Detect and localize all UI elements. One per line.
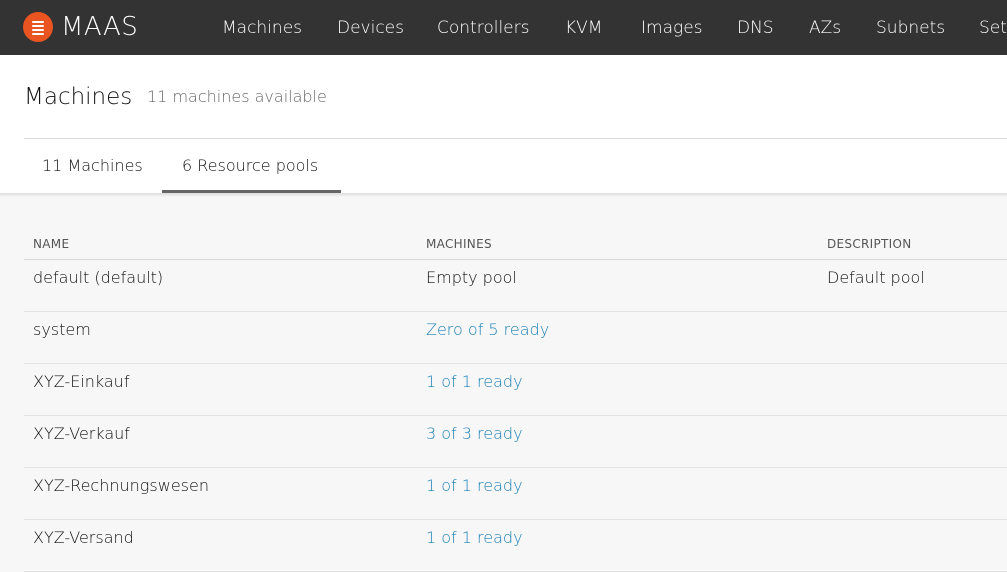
table-row[interactable]: XYZ-Einkauf 1 of 1 ready — [24, 364, 1007, 416]
pool-machines: Empty pool — [426, 268, 517, 287]
table-row[interactable]: XYZ-Versand 1 of 1 ready — [24, 520, 1007, 572]
pool-name: XYZ-Versand — [33, 528, 134, 547]
nav-settings[interactable]: Set — [979, 17, 1007, 39]
tab-resource-pools[interactable]: 6 Resource pools — [182, 155, 318, 177]
table-row[interactable]: XYZ-Rechnungswesen 1 of 1 ready — [24, 468, 1007, 520]
nav-devices[interactable]: Devices — [337, 17, 404, 39]
column-header-name[interactable]: NAME — [33, 236, 69, 252]
table-row[interactable]: XYZ-Verkauf 3 of 3 ready — [24, 416, 1007, 468]
pool-machines-link[interactable]: Zero of 5 ready — [426, 319, 549, 341]
nav-subnets[interactable]: Subnets — [876, 17, 945, 39]
nav-azs[interactable]: AZs — [809, 17, 841, 39]
header-shadow — [0, 193, 1007, 197]
maas-logo[interactable]: MAAS — [23, 12, 138, 42]
header-divider — [24, 138, 1007, 139]
nav-kvm[interactable]: KVM — [565, 17, 602, 39]
machines-available-count: 11 machines available — [147, 87, 327, 106]
pool-machines-link[interactable]: 1 of 1 ready — [426, 527, 523, 549]
pool-name: XYZ-Rechnungswesen — [33, 476, 209, 495]
nav-controllers[interactable]: Controllers — [437, 17, 529, 39]
page-header: Machines 11 machines available 11 Machin… — [0, 55, 1007, 193]
pool-name: XYZ-Einkauf — [33, 372, 130, 391]
nav-dns[interactable]: DNS — [737, 17, 774, 39]
table-row[interactable]: system Zero of 5 ready — [24, 312, 1007, 364]
maas-logo-icon — [23, 12, 53, 42]
nav-images[interactable]: Images — [641, 17, 703, 39]
pool-name: default (default) — [33, 268, 164, 287]
pool-name: XYZ-Verkauf — [33, 424, 130, 443]
page-title: Machines — [24, 84, 133, 110]
tab-machines[interactable]: 11 Machines — [42, 155, 143, 177]
pool-machines-link[interactable]: 3 of 3 ready — [426, 423, 523, 445]
pool-name: system — [33, 320, 91, 339]
pool-description: Default pool — [827, 268, 925, 287]
column-header-machines[interactable]: MACHINES — [426, 236, 492, 252]
table-header: NAME MACHINES DESCRIPTION — [24, 228, 1007, 260]
pool-machines-link[interactable]: 1 of 1 ready — [426, 371, 523, 393]
column-header-description[interactable]: DESCRIPTION — [827, 236, 912, 252]
pool-machines-link[interactable]: 1 of 1 ready — [426, 475, 523, 497]
nav-machines[interactable]: Machines — [222, 17, 302, 39]
top-navbar: MAAS Machines Devices Controllers KVM Im… — [0, 0, 1007, 55]
table-row[interactable]: default (default) Empty pool Default poo… — [24, 260, 1007, 312]
brand-name: MAAS — [61, 12, 139, 42]
